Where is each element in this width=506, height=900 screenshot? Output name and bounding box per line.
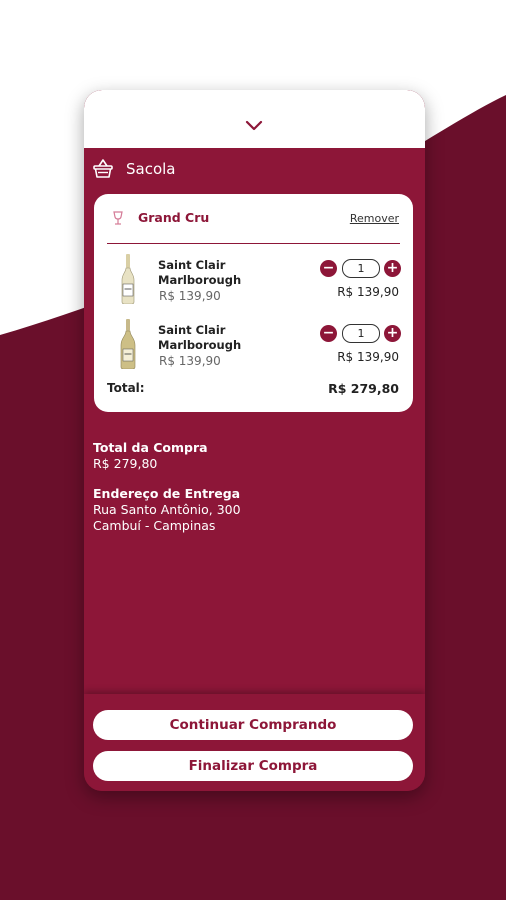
- wine-glass-icon: [113, 211, 123, 225]
- item-price: R$ 139,90: [159, 289, 221, 303]
- chevron-down-icon[interactable]: [245, 120, 263, 132]
- delivery-address-line1: Rua Santo Antônio, 300: [93, 502, 241, 517]
- basket-icon: [93, 159, 113, 178]
- delivery-address-line2: Cambuí - Campinas: [93, 518, 216, 533]
- purchase-total-value: R$ 279,80: [93, 456, 158, 471]
- item-subtotal: R$ 139,90: [337, 350, 399, 364]
- delivery-address-label: Endereço de Entrega: [93, 486, 241, 501]
- item-price: R$ 139,90: [159, 354, 221, 368]
- cart-screen: Sacola Grand Cru Remover Saint Clair Mar…: [84, 90, 425, 791]
- cart-total-value: R$ 279,80: [328, 381, 399, 396]
- divider: [107, 243, 400, 244]
- minus-icon[interactable]: −: [320, 325, 337, 342]
- item-name: Saint Clair Marlborough: [158, 258, 242, 287]
- wine-bottle-image: [120, 319, 136, 369]
- remove-store-link[interactable]: Remover: [350, 212, 399, 225]
- page-title: Sacola: [126, 160, 176, 178]
- quantity-input[interactable]: 1: [342, 259, 380, 278]
- cart-header: Sacola: [84, 148, 425, 190]
- action-footer: Continuar Comprando Finalizar Compra: [84, 694, 425, 791]
- quantity-input[interactable]: 1: [342, 324, 380, 343]
- store-name: Grand Cru: [138, 210, 210, 225]
- wine-bottle-image: [121, 254, 135, 304]
- plus-icon[interactable]: +: [384, 260, 401, 277]
- plus-icon[interactable]: +: [384, 325, 401, 342]
- item-name: Saint Clair Marlborough: [158, 323, 242, 352]
- cart-item: Saint Clair Marlborough R$ 139,90 − 1 + …: [94, 319, 413, 381]
- collapse-handle[interactable]: [84, 90, 425, 148]
- quantity-stepper: − 1 +: [320, 259, 401, 279]
- order-summary: Total da Compra R$ 279,80 Endereço de En…: [93, 440, 413, 534]
- quantity-stepper: − 1 +: [320, 324, 401, 344]
- checkout-button[interactable]: Finalizar Compra: [93, 751, 413, 781]
- purchase-total-label: Total da Compra: [93, 440, 208, 455]
- cart-total-label: Total:: [107, 381, 145, 395]
- cart-card: Grand Cru Remover Saint Clair Marlboroug…: [94, 194, 413, 412]
- minus-icon[interactable]: −: [320, 260, 337, 277]
- item-subtotal: R$ 139,90: [337, 285, 399, 299]
- continue-shopping-button[interactable]: Continuar Comprando: [93, 710, 413, 740]
- cart-item: Saint Clair Marlborough R$ 139,90 − 1 + …: [94, 254, 413, 316]
